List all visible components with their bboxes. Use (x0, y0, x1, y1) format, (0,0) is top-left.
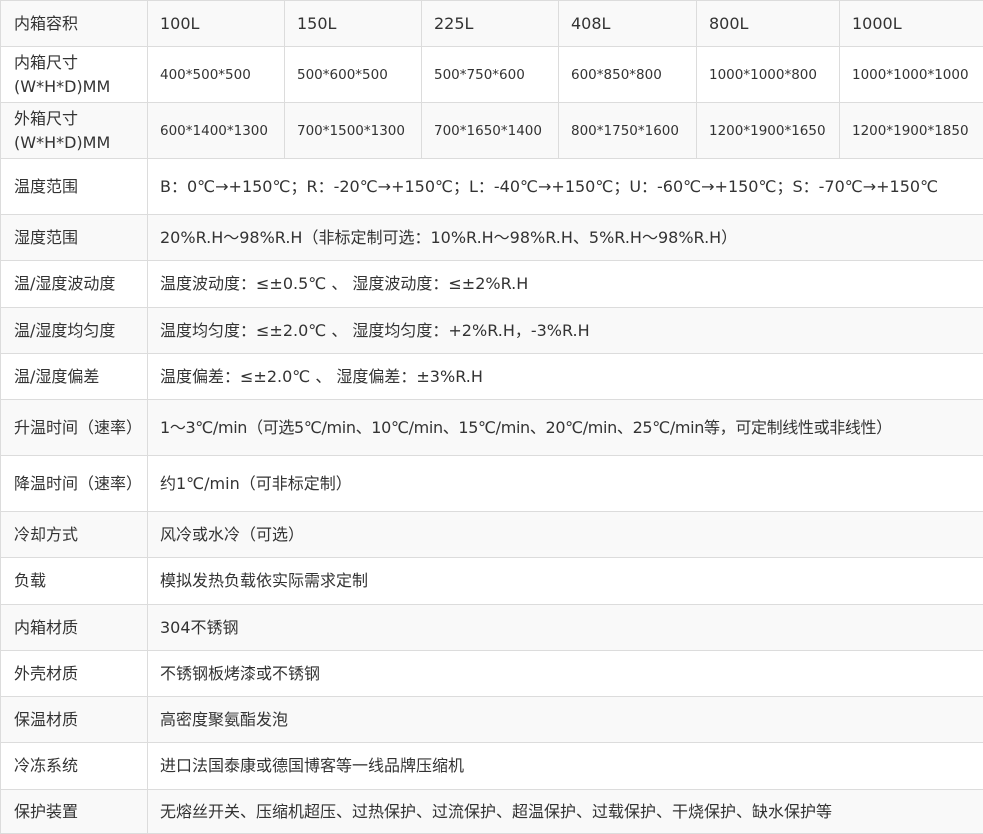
inner-material-value: 304不锈钢 (148, 605, 983, 651)
capacity-cell: 408L (559, 1, 697, 47)
shell-material-value: 不锈钢板烤漆或不锈钢 (148, 651, 983, 697)
row-capacity: 内箱容积 100L 150L 225L 408L 800L 1000L (1, 1, 983, 47)
inner-size-cell: 500*600*500 (285, 47, 422, 103)
capacity-cell: 1000L (840, 1, 983, 47)
row-load: 负载 模拟发热负载依实际需求定制 (1, 558, 983, 605)
row-refrigeration-system: 冷冻系统 进口法国泰康或德国博客等一线品牌压缩机 (1, 743, 983, 790)
spec-table: 内箱容积 100L 150L 225L 408L 800L 1000L 内箱尺寸… (0, 0, 983, 834)
heating-rate-value: 1～3℃/min（可选5℃/min、10℃/min、15℃/min、20℃/mi… (148, 400, 983, 456)
row-temperature-range: 温度范围 B：0℃→+150℃；R：-20℃→+150℃；L：-40℃→+150… (1, 159, 983, 215)
row-label: 温/湿度均匀度 (1, 308, 148, 354)
row-protection: 保护装置 无熔丝开关、压缩机超压、过热保护、过流保护、超温保护、过载保护、干烧保… (1, 790, 983, 834)
outer-size-cell: 1200*1900*1850 (840, 103, 983, 159)
outer-size-cell: 1200*1900*1650 (697, 103, 840, 159)
row-insulation-material: 保温材质 高密度聚氨酯发泡 (1, 697, 983, 743)
row-deviation: 温/湿度偏差 温度偏差：≤±2.0℃ 、 湿度偏差：±3%R.H (1, 354, 983, 400)
row-label: 保护装置 (1, 790, 148, 834)
row-cooling-rate: 降温时间（速率） 约1℃/min（可非标定制） (1, 456, 983, 512)
refrigeration-system-value: 进口法国泰康或德国博客等一线品牌压缩机 (148, 743, 983, 790)
inner-size-cell: 600*850*800 (559, 47, 697, 103)
row-inner-size: 内箱尺寸(W*H*D)MM 400*500*500 500*600*500 50… (1, 47, 983, 103)
deviation-value: 温度偏差：≤±2.0℃ 、 湿度偏差：±3%R.H (148, 354, 983, 400)
row-label: 降温时间（速率） (1, 456, 148, 512)
row-heating-rate: 升温时间（速率） 1～3℃/min（可选5℃/min、10℃/min、15℃/m… (1, 400, 983, 456)
row-label: 温/湿度偏差 (1, 354, 148, 400)
row-label: 冷冻系统 (1, 743, 148, 790)
outer-size-cell: 700*1650*1400 (422, 103, 559, 159)
capacity-cell: 100L (148, 1, 285, 47)
row-fluctuation: 温/湿度波动度 温度波动度：≤±0.5℃ 、 湿度波动度：≤±2%R.H (1, 261, 983, 308)
temperature-range-value: B：0℃→+150℃；R：-20℃→+150℃；L：-40℃→+150℃；U：-… (148, 159, 983, 215)
row-label: 内箱尺寸(W*H*D)MM (1, 47, 148, 103)
insulation-material-value: 高密度聚氨酯发泡 (148, 697, 983, 743)
inner-size-cell: 1000*1000*1000 (840, 47, 983, 103)
inner-size-cell: 400*500*500 (148, 47, 285, 103)
capacity-cell: 150L (285, 1, 422, 47)
row-label: 保温材质 (1, 697, 148, 743)
row-label: 升温时间（速率） (1, 400, 148, 456)
humidity-range-value: 20%R.H～98%R.H（非标定制可选：10%R.H～98%R.H、5%R.H… (148, 215, 983, 261)
row-label: 外壳材质 (1, 651, 148, 697)
load-value: 模拟发热负载依实际需求定制 (148, 558, 983, 605)
row-label: 湿度范围 (1, 215, 148, 261)
protection-value: 无熔丝开关、压缩机超压、过热保护、过流保护、超温保护、过载保护、干烧保护、缺水保… (148, 790, 983, 834)
row-label: 温/湿度波动度 (1, 261, 148, 308)
capacity-cell: 225L (422, 1, 559, 47)
outer-size-cell: 800*1750*1600 (559, 103, 697, 159)
row-cooling-method: 冷却方式 风冷或水冷（可选） (1, 512, 983, 558)
row-label: 温度范围 (1, 159, 148, 215)
row-inner-material: 内箱材质 304不锈钢 (1, 605, 983, 651)
row-label: 负载 (1, 558, 148, 605)
outer-size-cell: 600*1400*1300 (148, 103, 285, 159)
uniformity-value: 温度均匀度：≤±2.0℃ 、 湿度均匀度：+2%R.H，-3%R.H (148, 308, 983, 354)
row-label: 外箱尺寸(W*H*D)MM (1, 103, 148, 159)
outer-size-cell: 700*1500*1300 (285, 103, 422, 159)
inner-size-cell: 1000*1000*800 (697, 47, 840, 103)
row-label: 冷却方式 (1, 512, 148, 558)
row-label: 内箱容积 (1, 1, 148, 47)
row-humidity-range: 湿度范围 20%R.H～98%R.H（非标定制可选：10%R.H～98%R.H、… (1, 215, 983, 261)
cooling-method-value: 风冷或水冷（可选） (148, 512, 983, 558)
row-uniformity: 温/湿度均匀度 温度均匀度：≤±2.0℃ 、 湿度均匀度：+2%R.H，-3%R… (1, 308, 983, 354)
capacity-cell: 800L (697, 1, 840, 47)
row-outer-size: 外箱尺寸(W*H*D)MM 600*1400*1300 700*1500*130… (1, 103, 983, 159)
fluctuation-value: 温度波动度：≤±0.5℃ 、 湿度波动度：≤±2%R.H (148, 261, 983, 308)
inner-size-cell: 500*750*600 (422, 47, 559, 103)
row-shell-material: 外壳材质 不锈钢板烤漆或不锈钢 (1, 651, 983, 697)
row-label: 内箱材质 (1, 605, 148, 651)
cooling-rate-value: 约1℃/min（可非标定制） (148, 456, 983, 512)
